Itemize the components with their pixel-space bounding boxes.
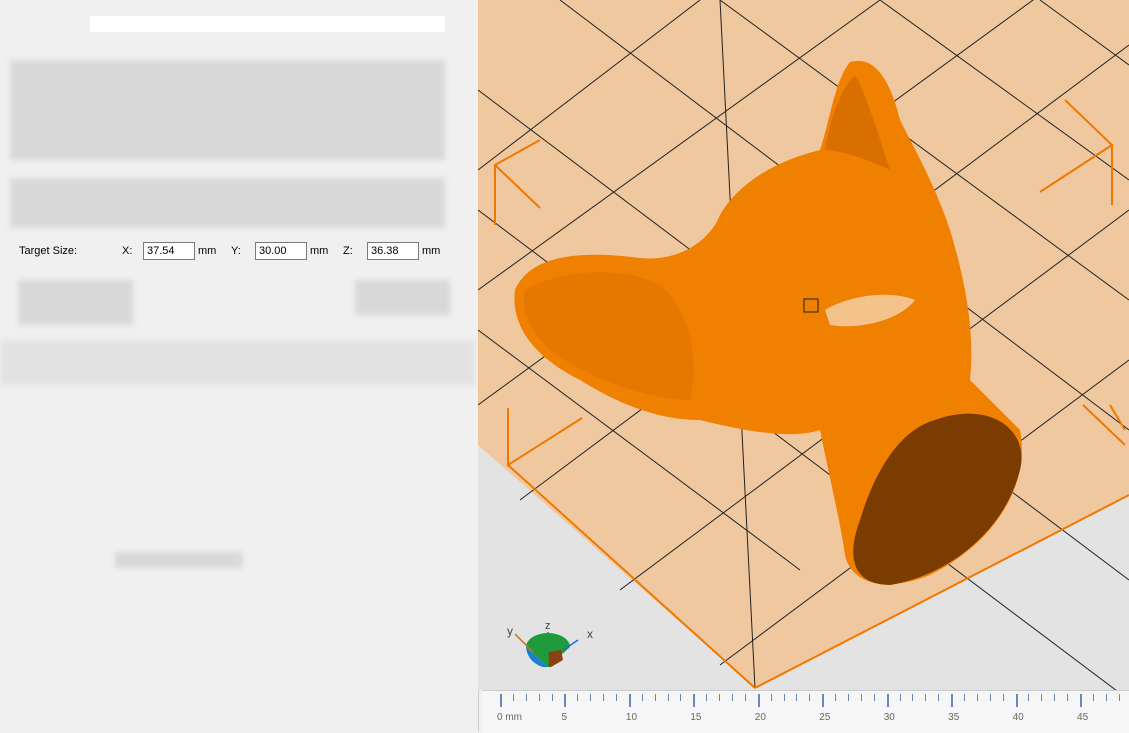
ruler-tick: [783, 694, 785, 701]
ruler-tick: [1105, 694, 1107, 701]
ruler-tick: [1041, 694, 1043, 701]
axis-gizmo[interactable]: y z x: [503, 620, 598, 670]
ruler-tick: [551, 694, 553, 701]
ruler-tick: [667, 694, 669, 701]
target-size-label: Target Size:: [19, 245, 78, 257]
ruler-tick: [822, 694, 825, 707]
ruler-label: 15: [690, 712, 702, 723]
ruler-tick: [938, 694, 940, 701]
ruler-tick: [1118, 694, 1120, 701]
scene: [478, 0, 1129, 690]
axis-gizmo-icon: [514, 632, 579, 667]
ruler-tick: [693, 694, 696, 707]
ruler-tick: [873, 694, 875, 701]
ruler-tick: [603, 694, 605, 701]
z-unit: mm: [422, 245, 441, 257]
target-x-input[interactable]: [143, 242, 195, 260]
ruler-tick: [899, 694, 901, 701]
ruler-tick: [912, 694, 914, 701]
ruler-tick: [809, 694, 811, 701]
ruler-tick: [590, 694, 592, 701]
ruler-tick: [925, 694, 927, 701]
ruler-tick: [616, 694, 617, 701]
ruler-tick: [951, 694, 954, 707]
ruler-tick: [796, 694, 798, 701]
ruler-tick: [1054, 694, 1056, 701]
ruler-tick: [1080, 694, 1083, 707]
ruler-label: 30: [883, 712, 895, 723]
blurred-section: [355, 280, 450, 315]
ruler-tick: [770, 694, 772, 701]
ruler-tick: [680, 694, 682, 701]
ruler-label: 40: [1012, 712, 1024, 723]
ruler-label: 0 mm: [497, 712, 522, 723]
ruler-label: 5: [561, 712, 567, 723]
ruler-tick: [1015, 694, 1018, 707]
ruler-tick: [757, 694, 760, 707]
ruler-tick: [500, 694, 502, 707]
blurred-button[interactable]: [115, 552, 243, 568]
ruler-tick: [1002, 694, 1004, 701]
ruler-tick: [886, 694, 889, 707]
settings-panel: Target Size: X: mm Y: mm Z: mm: [0, 0, 479, 732]
blurred-section: [18, 280, 133, 325]
blurred-field: [90, 16, 445, 32]
ruler-tick: [628, 694, 631, 707]
blurred-section: [10, 178, 445, 228]
y-unit: mm: [310, 245, 329, 257]
blurred-section: [0, 340, 475, 385]
z-label: Z:: [343, 245, 353, 257]
ruler-tick: [835, 694, 837, 701]
ruler-tick: [525, 694, 527, 701]
ruler-tick: [976, 694, 978, 701]
ruler-label: 45: [1077, 712, 1089, 723]
ruler-tick: [989, 694, 991, 701]
ruler-tick: [719, 694, 721, 701]
ruler-tick: [860, 694, 862, 701]
ruler-tick: [538, 694, 540, 701]
target-y-input[interactable]: [255, 242, 307, 260]
axis-z-label: z: [545, 620, 551, 632]
x-unit: mm: [198, 245, 217, 257]
ruler-tick: [654, 694, 656, 701]
ruler-tick: [1028, 694, 1030, 701]
ruler-tick: [1067, 694, 1069, 701]
ruler-tick: [564, 694, 567, 707]
y-label: Y:: [231, 245, 241, 257]
ruler-tick: [848, 694, 850, 701]
ruler-label: 35: [948, 712, 960, 723]
ruler: 0 mm 5 10 15 20 25 30 35 40 45: [482, 690, 1129, 733]
ruler-tick: [744, 694, 746, 701]
3d-viewport[interactable]: y z x: [478, 0, 1129, 690]
target-size-row: Target Size: X: mm Y: mm Z: mm: [0, 240, 470, 266]
ruler-tick: [512, 694, 514, 701]
ruler-tick: [706, 694, 708, 701]
ruler-tick: [1092, 694, 1094, 701]
ruler-tick: [732, 694, 734, 701]
ruler-tick: [577, 694, 579, 701]
x-label: X:: [122, 245, 133, 257]
ruler-label: 10: [625, 712, 638, 723]
target-z-input[interactable]: [367, 242, 419, 260]
axis-y-label: y: [507, 624, 513, 638]
ruler-label: 20: [754, 712, 766, 723]
ruler-label: 25: [819, 712, 831, 723]
axis-x-label: x: [587, 627, 593, 641]
ruler-tick: [964, 694, 966, 701]
blurred-section: [10, 60, 445, 160]
ruler-tick: [641, 694, 643, 701]
